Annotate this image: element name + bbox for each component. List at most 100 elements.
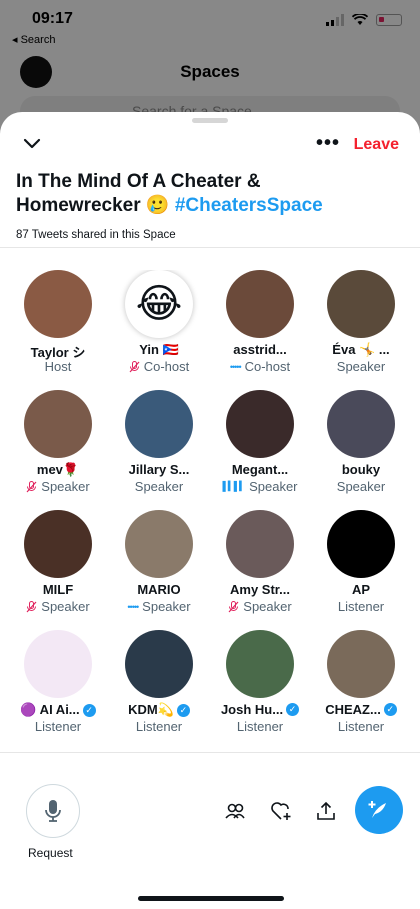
participant-card[interactable]: KDM💫 ✓ Listener — [109, 630, 209, 750]
tweets-shared-link[interactable]: 87 Tweets shared in this Space — [16, 229, 176, 241]
participant-name: MARIO — [109, 582, 209, 597]
participant-name: Jillary S... — [109, 462, 209, 477]
participant-card[interactable]: 😂 Yin 🇵🇷 Co-host — [109, 270, 209, 390]
participant-card[interactable]: Megant... ▌▍▌▍ Speaker — [210, 390, 310, 510]
verified-badge-icon: ✓ — [176, 703, 190, 717]
participant-role-text: Listener — [236, 719, 284, 734]
participant-role: ••••• Co-host — [210, 359, 310, 374]
verified-badge-icon: ✓ — [383, 703, 397, 716]
participant-card[interactable]: Jillary S... Speaker — [109, 390, 209, 510]
avatar — [327, 390, 395, 458]
participant-card[interactable]: MARIO ••••• Speaker — [109, 510, 209, 630]
participant-role: Listener — [210, 719, 310, 734]
participant-role-text: Host — [44, 359, 72, 374]
mic-muted-icon — [26, 480, 37, 492]
participant-card[interactable]: MILF Speaker — [8, 510, 108, 630]
people-icon[interactable] — [224, 800, 246, 822]
compose-tweet-button[interactable] — [355, 786, 403, 834]
participant-name-text: 🟣 AI Ai... — [20, 702, 80, 717]
participant-name-text: MILF — [42, 582, 74, 597]
participant-card[interactable]: CHEAZ... ✓ Listener — [311, 630, 411, 750]
participant-name: MILF — [8, 582, 108, 597]
avatar — [24, 390, 92, 458]
participant-name-text: Yin 🇵🇷 — [139, 342, 179, 357]
participant-role: Listener — [109, 719, 209, 734]
participant-role: ▌▍▌▍ Speaker — [210, 479, 310, 494]
participant-name-text: CHEAZ... — [325, 702, 381, 717]
avatar — [125, 390, 193, 458]
participant-name-text: Jillary S... — [128, 462, 190, 477]
participant-role-text: Speaker — [336, 359, 386, 374]
participant-card[interactable]: Taylor シ Host — [8, 270, 108, 390]
mic-muted-icon — [228, 600, 239, 612]
participant-name: Megant... — [210, 462, 310, 477]
participant-name-text: MARIO — [137, 582, 181, 597]
verified-badge-icon: ✓ — [82, 703, 96, 717]
participant-name-text: AP — [351, 582, 371, 597]
participant-name-text: Amy Str... — [230, 582, 290, 597]
participant-card[interactable]: Josh Hu... ✓ Listener — [210, 630, 310, 750]
sheet-grabber[interactable] — [192, 118, 228, 123]
avatar: 😂 — [125, 270, 193, 338]
request-label: Request — [28, 846, 73, 860]
participant-role-text: Listener — [34, 719, 82, 734]
avatar — [125, 510, 193, 578]
participant-role-text: Co-host — [244, 359, 291, 374]
participant-role: Speaker — [8, 479, 108, 494]
participant-name: Yin 🇵🇷 — [109, 342, 209, 358]
participant-role: Speaker — [109, 479, 209, 494]
participant-role-text: Speaker — [142, 599, 191, 614]
avatar — [24, 510, 92, 578]
avatar — [226, 270, 294, 338]
participant-role: Speaker — [210, 599, 310, 614]
divider — [0, 752, 420, 753]
home-indicator[interactable] — [138, 896, 284, 901]
participant-name: Josh Hu... ✓ — [210, 702, 310, 717]
microphone-icon — [45, 800, 61, 822]
participant-role-text: Speaker — [134, 479, 184, 494]
participant-card[interactable]: mev🌹 Speaker — [8, 390, 108, 510]
request-button[interactable] — [26, 784, 80, 838]
space-hashtag-link[interactable]: #CheatersSpace — [175, 195, 323, 216]
participant-role: Co-host — [109, 359, 209, 374]
participant-card[interactable]: Éva 🤸 ... Speaker — [311, 270, 411, 390]
participant-role-text: Speaker — [41, 599, 90, 614]
participant-card[interactable]: Amy Str... Speaker — [210, 510, 310, 630]
participant-card[interactable]: AP Listener — [311, 510, 411, 630]
participant-name-text: Josh Hu... — [220, 702, 284, 717]
participant-role-text: Speaker — [249, 479, 298, 494]
share-icon[interactable] — [315, 800, 337, 822]
participant-role: Speaker — [311, 359, 411, 374]
participant-card[interactable]: bouky Speaker — [311, 390, 411, 510]
participant-name: bouky — [311, 462, 411, 477]
participant-role: Speaker — [311, 479, 411, 494]
chevron-down-icon[interactable] — [22, 136, 42, 152]
participant-card[interactable]: asstrid... ••••• Co-host — [210, 270, 310, 390]
participant-role: Listener — [8, 719, 108, 734]
speaking-dots-icon: ••••• — [229, 361, 242, 372]
mic-muted-icon — [129, 360, 140, 372]
participant-role-text: Listener — [337, 599, 385, 614]
avatar — [327, 270, 395, 338]
participants-grid: Taylor シ Host 😂 Yin 🇵🇷 Co-host asstrid... ••••… — [8, 270, 412, 752]
avatar — [226, 390, 294, 458]
leave-button[interactable]: Leave — [354, 136, 399, 154]
more-options-button[interactable]: ••• — [316, 133, 340, 153]
participant-name: Amy Str... — [210, 582, 310, 597]
heart-add-icon[interactable] — [270, 800, 292, 822]
participant-name: AP — [311, 582, 411, 597]
avatar — [24, 270, 92, 338]
participant-role: ••••• Speaker — [109, 599, 209, 614]
quill-plus-icon — [368, 801, 386, 818]
participant-name-text: Éva 🤸 ... — [332, 342, 390, 357]
verified-badge-icon: ✓ — [286, 703, 300, 716]
participant-role-text: Speaker — [336, 479, 386, 494]
participant-name: Éva 🤸 ... — [311, 342, 411, 358]
speaking-wave-icon: ▌▍▌▍ — [222, 481, 246, 491]
participant-name-text: KDM💫 — [128, 702, 174, 717]
avatar — [125, 630, 193, 698]
avatar — [327, 630, 395, 698]
participant-card[interactable]: 🟣 AI Ai... ✓ Listener — [8, 630, 108, 750]
participant-role-text: Co-host — [143, 359, 190, 374]
avatar — [327, 510, 395, 578]
